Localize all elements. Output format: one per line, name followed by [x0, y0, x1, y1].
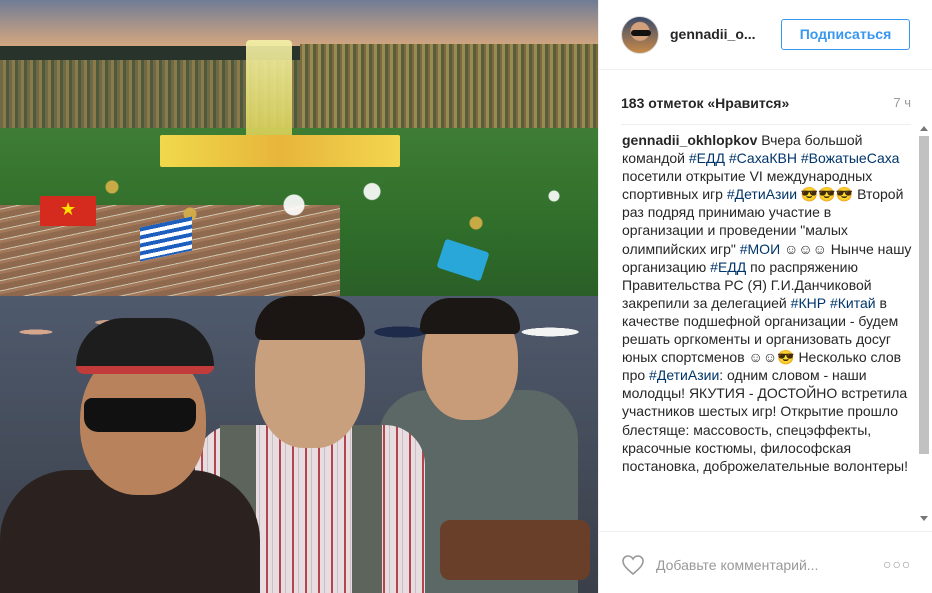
likes-row: 183 отметок «Нравится» 7 ч	[621, 95, 911, 113]
hashtag-link[interactable]: #ДетиАзии	[649, 367, 719, 383]
username-link[interactable]: gennadii_o...	[670, 26, 756, 42]
photo-flag-vietnam	[40, 196, 96, 226]
hashtag-link[interactable]: #ЕДД	[710, 259, 746, 275]
avatar-glasses-shape	[631, 30, 651, 36]
hashtag-link[interactable]: #СахаКВН	[729, 150, 797, 166]
comments-scrollbar[interactable]	[918, 126, 930, 528]
scroll-up-arrow-icon[interactable]	[920, 126, 928, 131]
comment-author-link[interactable]: gennadii_okhlopkov	[622, 132, 757, 148]
photo-stage-tower	[246, 40, 292, 140]
person-left-sunglasses	[84, 398, 196, 432]
follow-button[interactable]: Подписаться	[781, 19, 910, 50]
likes-count[interactable]: 183 отметок «Нравится»	[621, 95, 789, 111]
post-side-panel: gennadii_o... Подписаться 183 отметок «Н…	[598, 0, 932, 593]
caption-comment: gennadii_okhlopkov Вчера большой командо…	[622, 131, 912, 475]
hashtag-link[interactable]: #КНР	[791, 295, 826, 311]
post-header: gennadii_o... Подписаться	[599, 0, 932, 70]
heart-outline-icon[interactable]	[621, 554, 645, 576]
hashtag-link[interactable]: #Китай	[830, 295, 876, 311]
photo-performers	[60, 160, 580, 250]
hashtag-link[interactable]: #МОИ	[740, 241, 780, 257]
person-right-bag	[440, 520, 590, 580]
more-options-icon[interactable]: ○○○	[883, 556, 911, 572]
user-avatar[interactable]	[621, 16, 659, 54]
post-footer: ○○○	[599, 531, 932, 593]
scroll-thumb[interactable]	[919, 136, 929, 454]
person-middle-hair	[255, 296, 365, 340]
person-left-cap	[76, 318, 214, 374]
hashtag-link[interactable]: #ЕДД	[689, 150, 725, 166]
post-photo[interactable]	[0, 0, 598, 593]
person-right-hair	[420, 298, 520, 334]
hashtag-link[interactable]: #ВожатыеСаха	[801, 150, 900, 166]
scroll-down-arrow-icon[interactable]	[920, 516, 928, 521]
divider	[621, 124, 911, 125]
hashtag-link[interactable]: #ДетиАзии	[727, 186, 797, 202]
add-comment-input[interactable]	[656, 554, 876, 576]
photo-stands-right	[300, 44, 598, 134]
post-time[interactable]: 7 ч	[893, 95, 911, 110]
person-middle-backpack-strap-right	[352, 425, 382, 593]
comment-body: Вчера большой командой #ЕДД #СахаКВН #Во…	[622, 132, 911, 474]
